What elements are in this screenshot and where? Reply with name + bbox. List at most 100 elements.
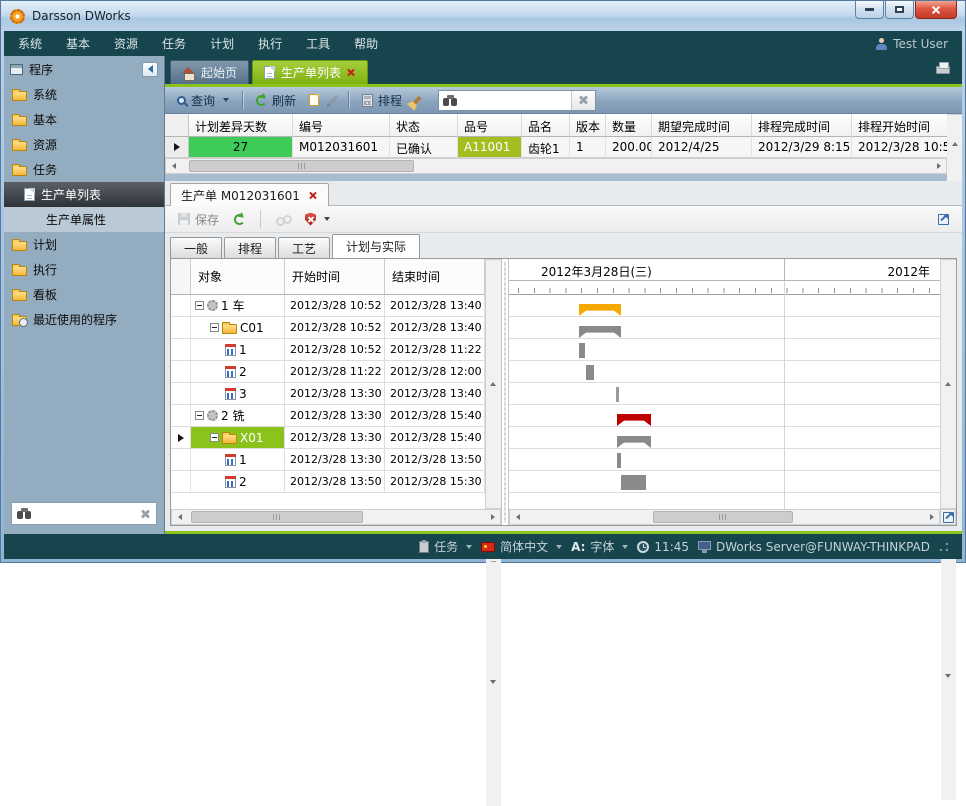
gantt-vertical-scrollbar[interactable]	[940, 259, 956, 509]
grid-column-header-7[interactable]: 期望完成时间	[652, 114, 752, 137]
detail-refresh-button[interactable]	[230, 212, 249, 227]
save-button[interactable]: 保存	[174, 209, 223, 230]
tree-horizontal-scrollbar[interactable]	[171, 509, 501, 525]
close-button[interactable]	[915, 1, 957, 19]
tree-col-object[interactable]: 对象	[191, 259, 285, 295]
gantt-bar-row-8[interactable]	[621, 475, 646, 490]
language-menu[interactable]: 简体中文	[481, 538, 562, 555]
sidebar-item-8[interactable]: 看板	[4, 282, 164, 307]
tree-col-start[interactable]: 开始时间	[285, 259, 385, 295]
grid-column-header-2[interactable]: 状态	[390, 114, 458, 137]
toolbar-search-input[interactable]	[462, 92, 567, 108]
detail-tab-2[interactable]: 工艺	[278, 237, 330, 258]
scroll-left-button[interactable]	[510, 510, 525, 524]
gantt-expand-button[interactable]	[940, 509, 956, 525]
grid-column-header-1[interactable]: 编号	[293, 114, 390, 137]
detail-document-tab[interactable]: 生产单 M012031601	[170, 183, 329, 206]
scroll-thumb[interactable]	[653, 511, 793, 523]
gantt-horizontal-scrollbar[interactable]	[509, 509, 940, 525]
tree-row-3[interactable]: 22012/3/28 11:222012/3/28 12:00	[171, 361, 485, 383]
menu-item-1[interactable]: 基本	[66, 35, 90, 52]
tree-row-7[interactable]: 12012/3/28 13:302012/3/28 13:50	[171, 449, 485, 471]
sidebar-item-4[interactable]: 生产单列表	[4, 182, 164, 207]
tree-row-4[interactable]: 32012/3/28 13:302012/3/28 13:40	[171, 383, 485, 405]
link-button[interactable]	[272, 212, 294, 226]
scroll-left-button[interactable]	[172, 510, 187, 524]
clear-search-button[interactable]	[571, 91, 595, 110]
schedule-button[interactable]: 排程	[358, 90, 406, 111]
gantt-bar-row-5[interactable]	[617, 414, 651, 426]
gantt-bar-row-6[interactable]	[617, 436, 651, 448]
detail-tab-0[interactable]: 一般	[170, 237, 222, 258]
scroll-left-button[interactable]	[166, 159, 181, 173]
new-button[interactable]	[305, 92, 323, 108]
scroll-thumb[interactable]	[191, 511, 363, 523]
menu-item-3[interactable]: 任务	[162, 35, 186, 52]
maximize-button[interactable]	[885, 1, 914, 19]
clear-search-icon[interactable]	[141, 509, 151, 519]
tree-col-end[interactable]: 结束时间	[385, 259, 485, 295]
menu-item-2[interactable]: 资源	[114, 35, 138, 52]
collapse-node-icon[interactable]	[195, 301, 204, 310]
sidebar-item-3[interactable]: 任务	[4, 157, 164, 182]
user-indicator[interactable]: Test User	[876, 37, 948, 51]
clean-button[interactable]	[411, 94, 427, 107]
grid-column-header-0[interactable]: 计划差异天数	[189, 114, 293, 137]
sidebar-item-2[interactable]: 资源	[4, 132, 164, 157]
gantt-bar-row-7[interactable]	[617, 453, 621, 468]
tree-vertical-scrollbar[interactable]	[485, 259, 501, 509]
grid-horizontal-scrollbar[interactable]	[165, 158, 947, 174]
menu-item-6[interactable]: 工具	[306, 35, 330, 52]
scroll-down-button[interactable]	[486, 558, 501, 806]
tree-row-0[interactable]: 1 车2012/3/28 10:522012/3/28 13:40	[171, 295, 485, 317]
grid-column-header-3[interactable]: 品号	[458, 114, 522, 137]
close-tab-icon[interactable]	[309, 191, 318, 200]
gantt-bar-row-1[interactable]	[579, 326, 621, 338]
validate-button[interactable]	[301, 211, 334, 228]
gantt-bar-row-0[interactable]	[579, 304, 621, 316]
gantt-bar-row-4[interactable]	[616, 387, 619, 402]
scroll-up-button[interactable]	[941, 260, 956, 508]
resize-grip[interactable]	[939, 542, 948, 551]
sidebar-item-0[interactable]: 系统	[4, 82, 164, 107]
detail-tab-3[interactable]: 计划与实际	[332, 234, 420, 258]
sidebar-collapse-button[interactable]	[142, 62, 158, 77]
scroll-down-button[interactable]	[941, 552, 956, 800]
edit-button[interactable]	[328, 92, 339, 108]
collapse-node-icon[interactable]	[210, 433, 219, 442]
minimize-button[interactable]	[855, 1, 884, 19]
sidebar-item-1[interactable]: 基本	[4, 107, 164, 132]
menu-item-5[interactable]: 执行	[258, 35, 282, 52]
close-tab-icon[interactable]	[347, 68, 356, 77]
refresh-button[interactable]: 刷新	[252, 90, 300, 111]
task-menu[interactable]: 任务	[419, 538, 472, 555]
scroll-up-button[interactable]	[947, 115, 962, 173]
grid-column-header-4[interactable]: 品名	[522, 114, 570, 137]
menu-item-0[interactable]: 系统	[18, 35, 42, 52]
tab-1[interactable]: 生产单列表	[252, 60, 368, 84]
splitter-handle[interactable]	[501, 259, 509, 525]
tree-row-1[interactable]: C012012/3/28 10:522012/3/28 13:40	[171, 317, 485, 339]
scroll-right-button[interactable]	[924, 510, 939, 524]
collapse-node-icon[interactable]	[210, 323, 219, 332]
sidebar-item-9[interactable]: 最近使用的程序	[4, 307, 164, 332]
open-external-button[interactable]	[934, 212, 953, 227]
gantt-bar-row-2[interactable]	[579, 343, 585, 358]
sidebar-item-6[interactable]: 计划	[4, 232, 164, 257]
scroll-thumb[interactable]	[189, 160, 414, 172]
tree-row-5[interactable]: 2 铣2012/3/28 13:302012/3/28 15:40	[171, 405, 485, 427]
orders-grid-row[interactable]: 27M012031601已确认A11001齿轮11200.002012/4/25…	[165, 137, 947, 158]
sidebar-item-5[interactable]: 生产单属性	[4, 207, 164, 232]
menu-item-7[interactable]: 帮助	[354, 35, 378, 52]
gantt-bar-row-3[interactable]	[586, 365, 594, 380]
collapse-node-icon[interactable]	[195, 411, 204, 420]
tab-0[interactable]: 起始页	[170, 60, 249, 84]
sidebar-item-7[interactable]: 执行	[4, 257, 164, 282]
grid-vertical-scrollbar[interactable]	[947, 114, 962, 174]
tree-row-8[interactable]: 22012/3/28 13:502012/3/28 15:30	[171, 471, 485, 493]
font-menu[interactable]: A: 字体	[571, 538, 628, 555]
scroll-up-button[interactable]	[486, 260, 501, 508]
grid-column-header-8[interactable]: 排程完成时间	[752, 114, 852, 137]
query-button[interactable]: 查询	[173, 90, 233, 111]
scroll-right-button[interactable]	[931, 159, 946, 173]
